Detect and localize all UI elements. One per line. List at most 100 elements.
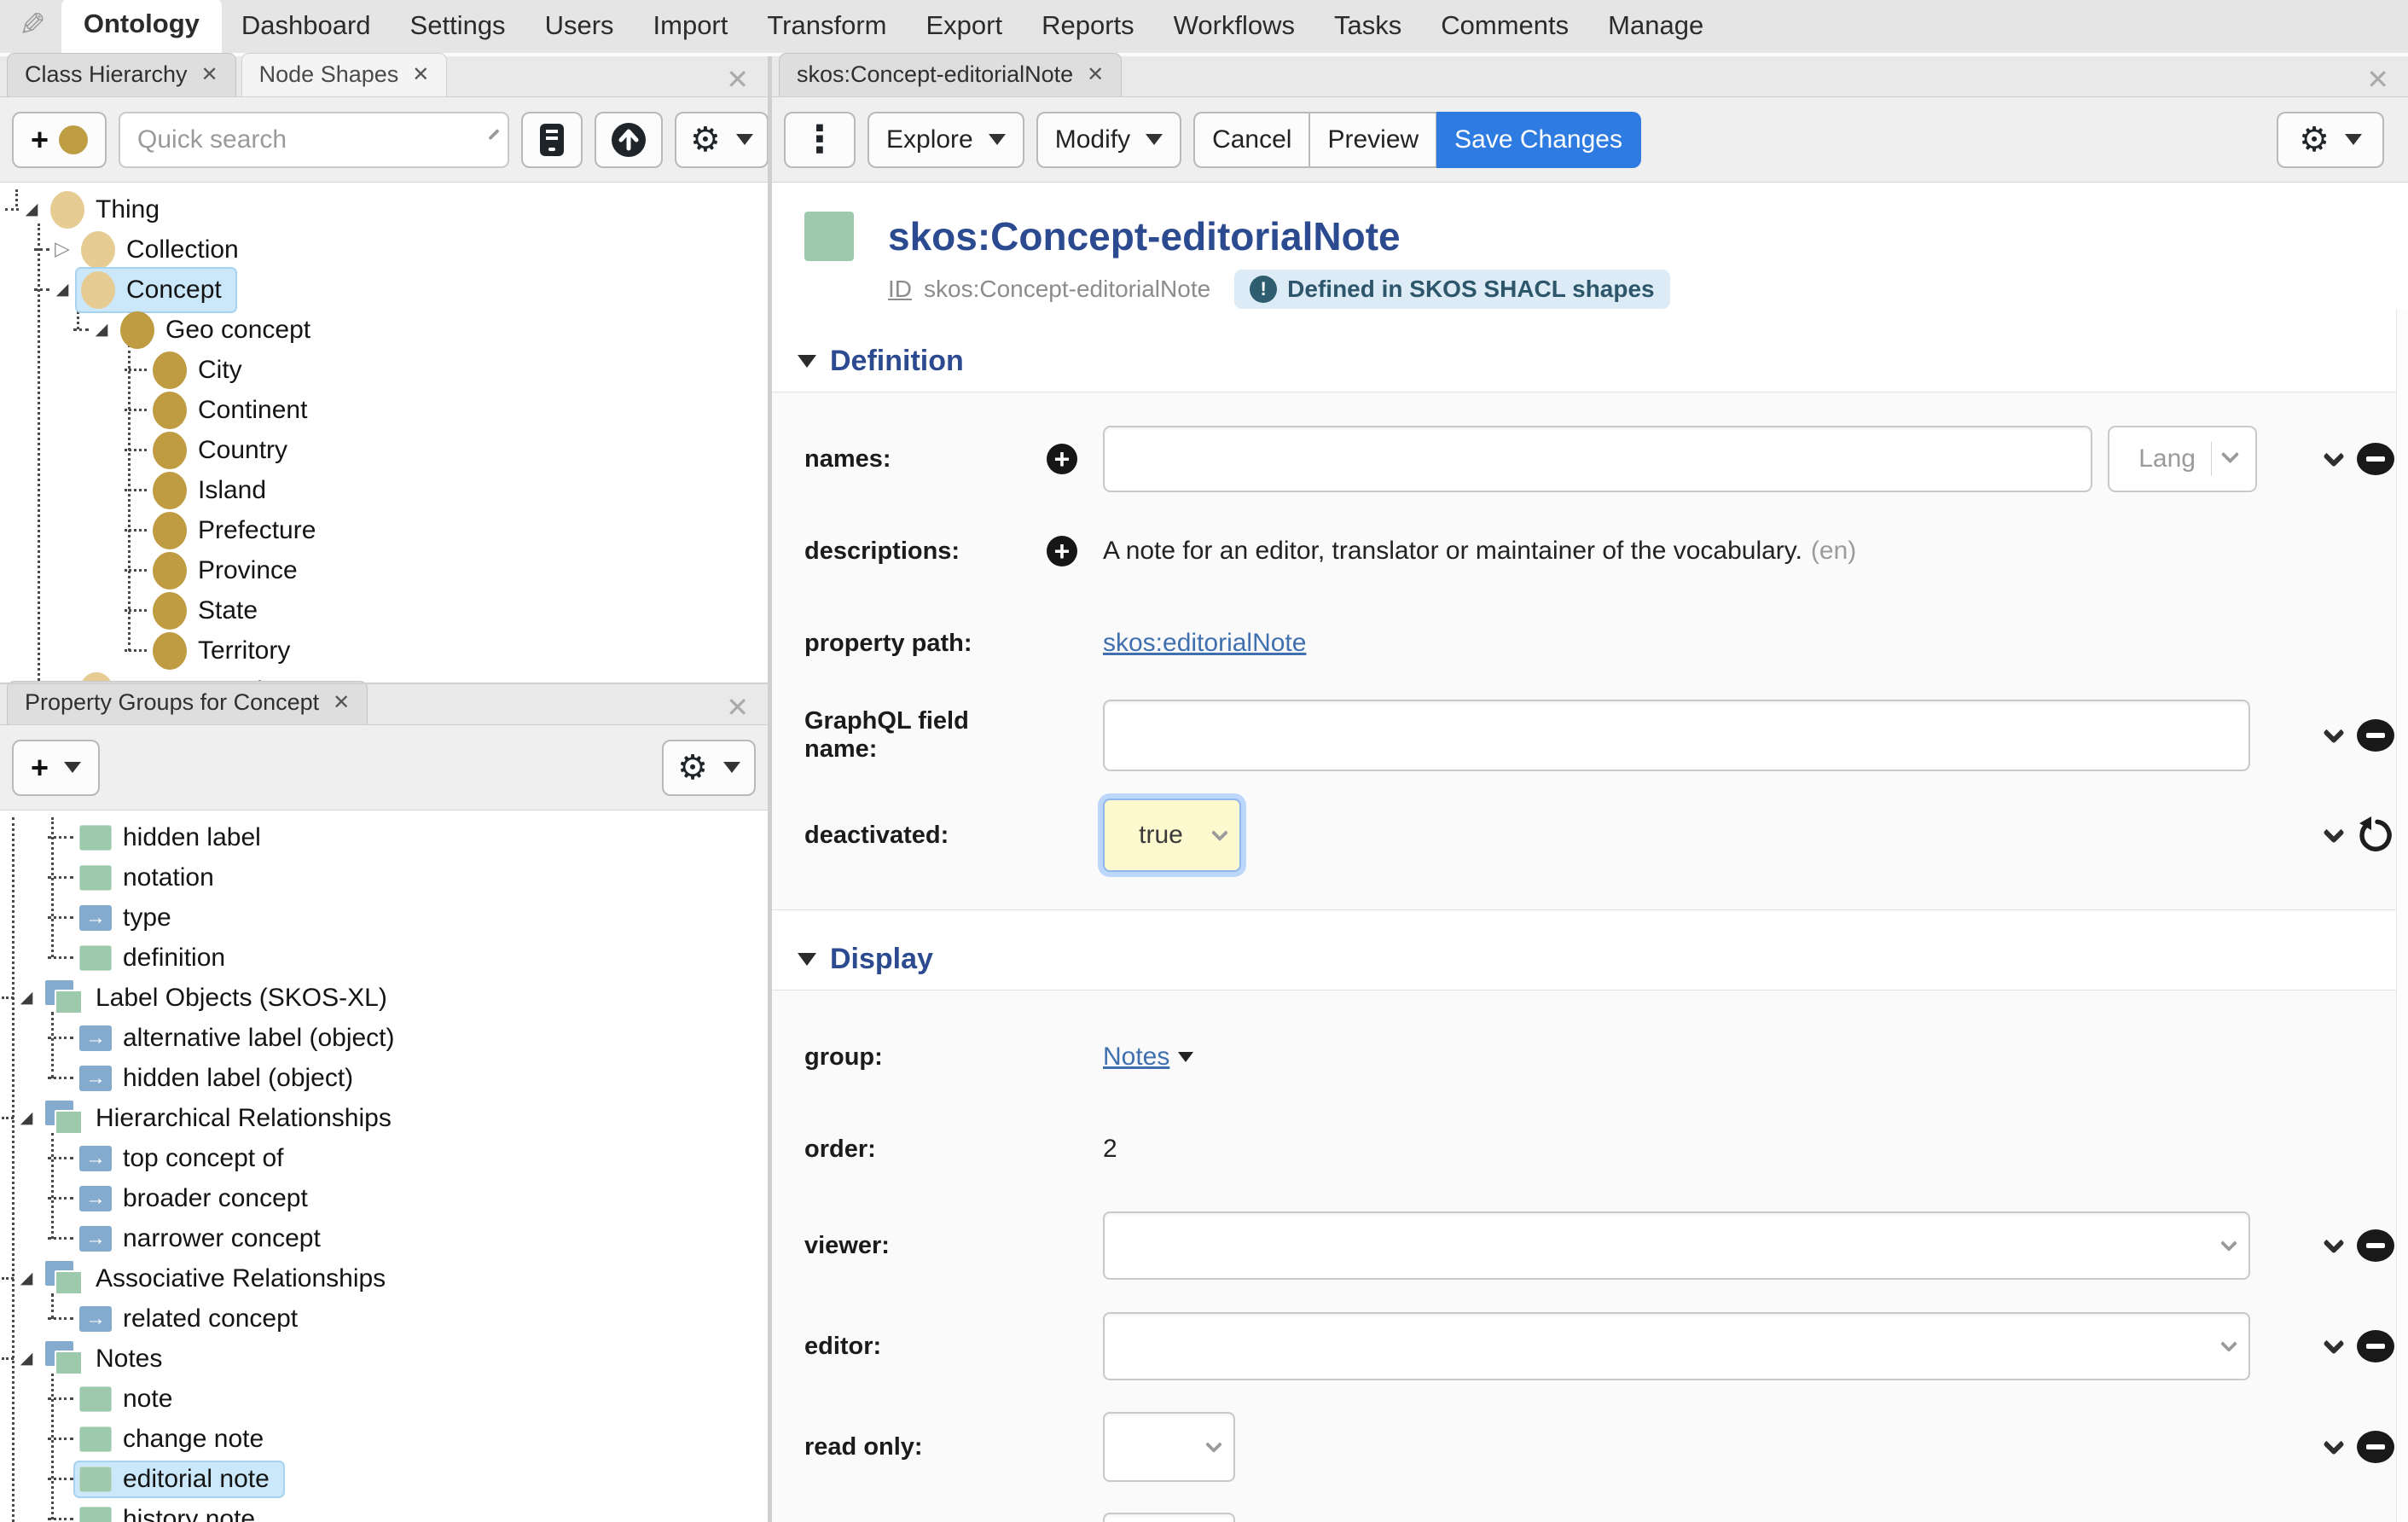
tree-node-hidden-label-object[interactable]: →hidden label (object)	[0, 1058, 768, 1098]
library-button[interactable]	[521, 112, 583, 168]
editor-settings-button[interactable]: ⚙	[2277, 112, 2384, 168]
tree-node-associative-relationships[interactable]: ◢Associative Relationships	[0, 1258, 768, 1298]
collapsed-arrow-icon[interactable]: ▷	[49, 240, 75, 259]
create-class-button[interactable]: +	[12, 112, 107, 168]
panel-settings-button[interactable]: ⚙	[662, 740, 756, 796]
chevron-down-icon[interactable]	[2323, 1232, 2344, 1253]
panel-close-icon[interactable]: ✕	[726, 63, 749, 96]
add-value-icon[interactable]: +	[1047, 536, 1077, 566]
tab-close-icon[interactable]: ✕	[201, 65, 218, 85]
panel-close-icon[interactable]: ✕	[726, 691, 749, 723]
panel-divider[interactable]	[0, 683, 768, 684]
tree-node-label-objects-skos-xl[interactable]: ◢Label Objects (SKOS-XL)	[0, 978, 768, 1018]
value-select[interactable]	[1103, 1312, 2250, 1380]
tree-node-type[interactable]: →type	[0, 898, 768, 938]
tree-node-editorial-note[interactable]: editorial note	[0, 1459, 768, 1499]
menu-item-import[interactable]: Import	[634, 0, 748, 53]
value-select[interactable]	[1103, 1513, 1235, 1522]
tree-node-territory[interactable]: Territory	[0, 630, 768, 671]
tree-node-geo-concept[interactable]: ◢Geo concept	[0, 310, 768, 350]
tree-node-thing[interactable]: ◢Thing	[0, 189, 768, 229]
add-property-button[interactable]: +	[12, 740, 100, 796]
menu-item-export[interactable]: Export	[906, 0, 1022, 53]
tree-node-hierarchical-relationships[interactable]: ◢Hierarchical Relationships	[0, 1098, 768, 1138]
tab-close-icon[interactable]: ✕	[333, 693, 350, 713]
tree-node-prefecture[interactable]: Prefecture	[0, 510, 768, 550]
deactivated-select[interactable]: true	[1103, 799, 1241, 872]
add-value-icon[interactable]: +	[1047, 444, 1077, 474]
chevron-down-icon[interactable]	[2323, 822, 2344, 843]
tree-node-definition[interactable]: definition	[0, 938, 768, 978]
menu-item-transform[interactable]: Transform	[747, 0, 906, 53]
tab-node-shapes[interactable]: Node Shapes✕	[241, 53, 448, 96]
panel-settings-button[interactable]: ⚙	[675, 112, 769, 168]
names-input[interactable]	[1103, 426, 2092, 492]
remove-value-icon[interactable]	[2357, 1229, 2394, 1262]
tab-class-hierarchy[interactable]: Class Hierarchy✕	[7, 53, 236, 96]
id-label[interactable]: ID	[888, 276, 912, 303]
modify-dropdown-button[interactable]: Modify	[1036, 112, 1181, 168]
menu-item-users[interactable]: Users	[525, 0, 634, 53]
tree-node-related-concept[interactable]: →related concept	[0, 1298, 768, 1339]
section-header-display[interactable]: Display	[772, 929, 2408, 990]
chevron-down-icon[interactable]	[488, 129, 499, 140]
panel-close-icon[interactable]: ✕	[2366, 63, 2389, 96]
tree-node-broader-concept[interactable]: →broader concept	[0, 1178, 768, 1218]
tab-close-icon[interactable]: ✕	[412, 65, 429, 85]
tab-skos-concept-editorialnote[interactable]: skos:Concept-editorialNote✕	[779, 53, 1122, 96]
tree-node-continent[interactable]: Continent	[0, 390, 768, 430]
remove-value-icon[interactable]	[2357, 1431, 2394, 1463]
expanded-arrow-icon[interactable]: ◢	[19, 201, 44, 218]
menu-item-tasks[interactable]: Tasks	[1314, 0, 1421, 53]
chevron-down-icon[interactable]	[2323, 445, 2344, 467]
remove-value-icon[interactable]	[2357, 1330, 2394, 1362]
tab-property-groups-for-concept[interactable]: Property Groups for Concept✕	[7, 681, 368, 724]
expanded-arrow-icon[interactable]: ◢	[14, 990, 39, 1006]
expanded-arrow-icon[interactable]: ◢	[14, 1351, 39, 1367]
group-link[interactable]: Notes	[1103, 1043, 1169, 1072]
tree-node-notes[interactable]: ◢Notes	[0, 1339, 768, 1379]
chevron-down-icon[interactable]	[2323, 1333, 2344, 1354]
value-select[interactable]	[1103, 1412, 1235, 1482]
remove-value-icon[interactable]	[2357, 443, 2394, 475]
menu-item-comments[interactable]: Comments	[1421, 0, 1588, 53]
explore-dropdown-button[interactable]: Explore	[867, 112, 1024, 168]
tree-node-concept[interactable]: ◢Concept	[0, 270, 768, 310]
expanded-arrow-icon[interactable]: ◢	[49, 282, 75, 298]
more-actions-button[interactable]: ⋮	[784, 112, 856, 168]
undo-icon[interactable]	[2357, 816, 2394, 854]
caret-down-icon[interactable]	[1178, 1052, 1193, 1062]
cancel-button[interactable]: Cancel	[1193, 112, 1309, 168]
value-select[interactable]	[1103, 1211, 2250, 1280]
tree-node-collection[interactable]: ▷Collection	[0, 229, 768, 270]
save-changes-button[interactable]: Save Changes	[1436, 112, 1641, 168]
lang-dropdown-button[interactable]: Lang	[2108, 426, 2257, 492]
remove-value-icon[interactable]	[2357, 719, 2394, 752]
preview-button[interactable]: Preview	[1309, 112, 1436, 168]
tree-node-change-note[interactable]: change note	[0, 1419, 768, 1459]
tree-node-alternative-label-object[interactable]: →alternative label (object)	[0, 1018, 768, 1058]
tree-node-history-note[interactable]: history note	[0, 1499, 768, 1522]
menu-item-reports[interactable]: Reports	[1022, 0, 1154, 53]
tree-node-narrower-concept[interactable]: →narrower concept	[0, 1218, 768, 1258]
tree-node-island[interactable]: Island	[0, 470, 768, 510]
tree-node-country[interactable]: Country	[0, 430, 768, 470]
section-header-definition[interactable]: Definition	[772, 331, 2408, 392]
tree-node-province[interactable]: Province	[0, 550, 768, 590]
expanded-arrow-icon[interactable]: ◢	[14, 1110, 39, 1126]
chevron-down-icon[interactable]	[2323, 1433, 2344, 1455]
menu-item-ontology[interactable]: Ontology	[61, 0, 222, 53]
tree-node-city[interactable]: City	[0, 350, 768, 390]
menu-item-dashboard[interactable]: Dashboard	[222, 0, 391, 53]
chevron-down-icon[interactable]	[2221, 445, 2239, 463]
search-input[interactable]	[120, 125, 480, 154]
tree-node-notation[interactable]: notation	[0, 857, 768, 898]
vertical-scrollbar[interactable]	[2396, 310, 2408, 1522]
go-to-top-button[interactable]	[595, 112, 663, 168]
expanded-arrow-icon[interactable]: ◢	[89, 322, 114, 338]
menu-item-settings[interactable]: Settings	[391, 0, 525, 53]
tree-node-note[interactable]: note	[0, 1379, 768, 1419]
property-path-link[interactable]: skos:editorialNote	[1103, 629, 1306, 658]
tree-node-top-concept-of[interactable]: →top concept of	[0, 1138, 768, 1178]
graphql-field-input[interactable]	[1103, 700, 2250, 771]
